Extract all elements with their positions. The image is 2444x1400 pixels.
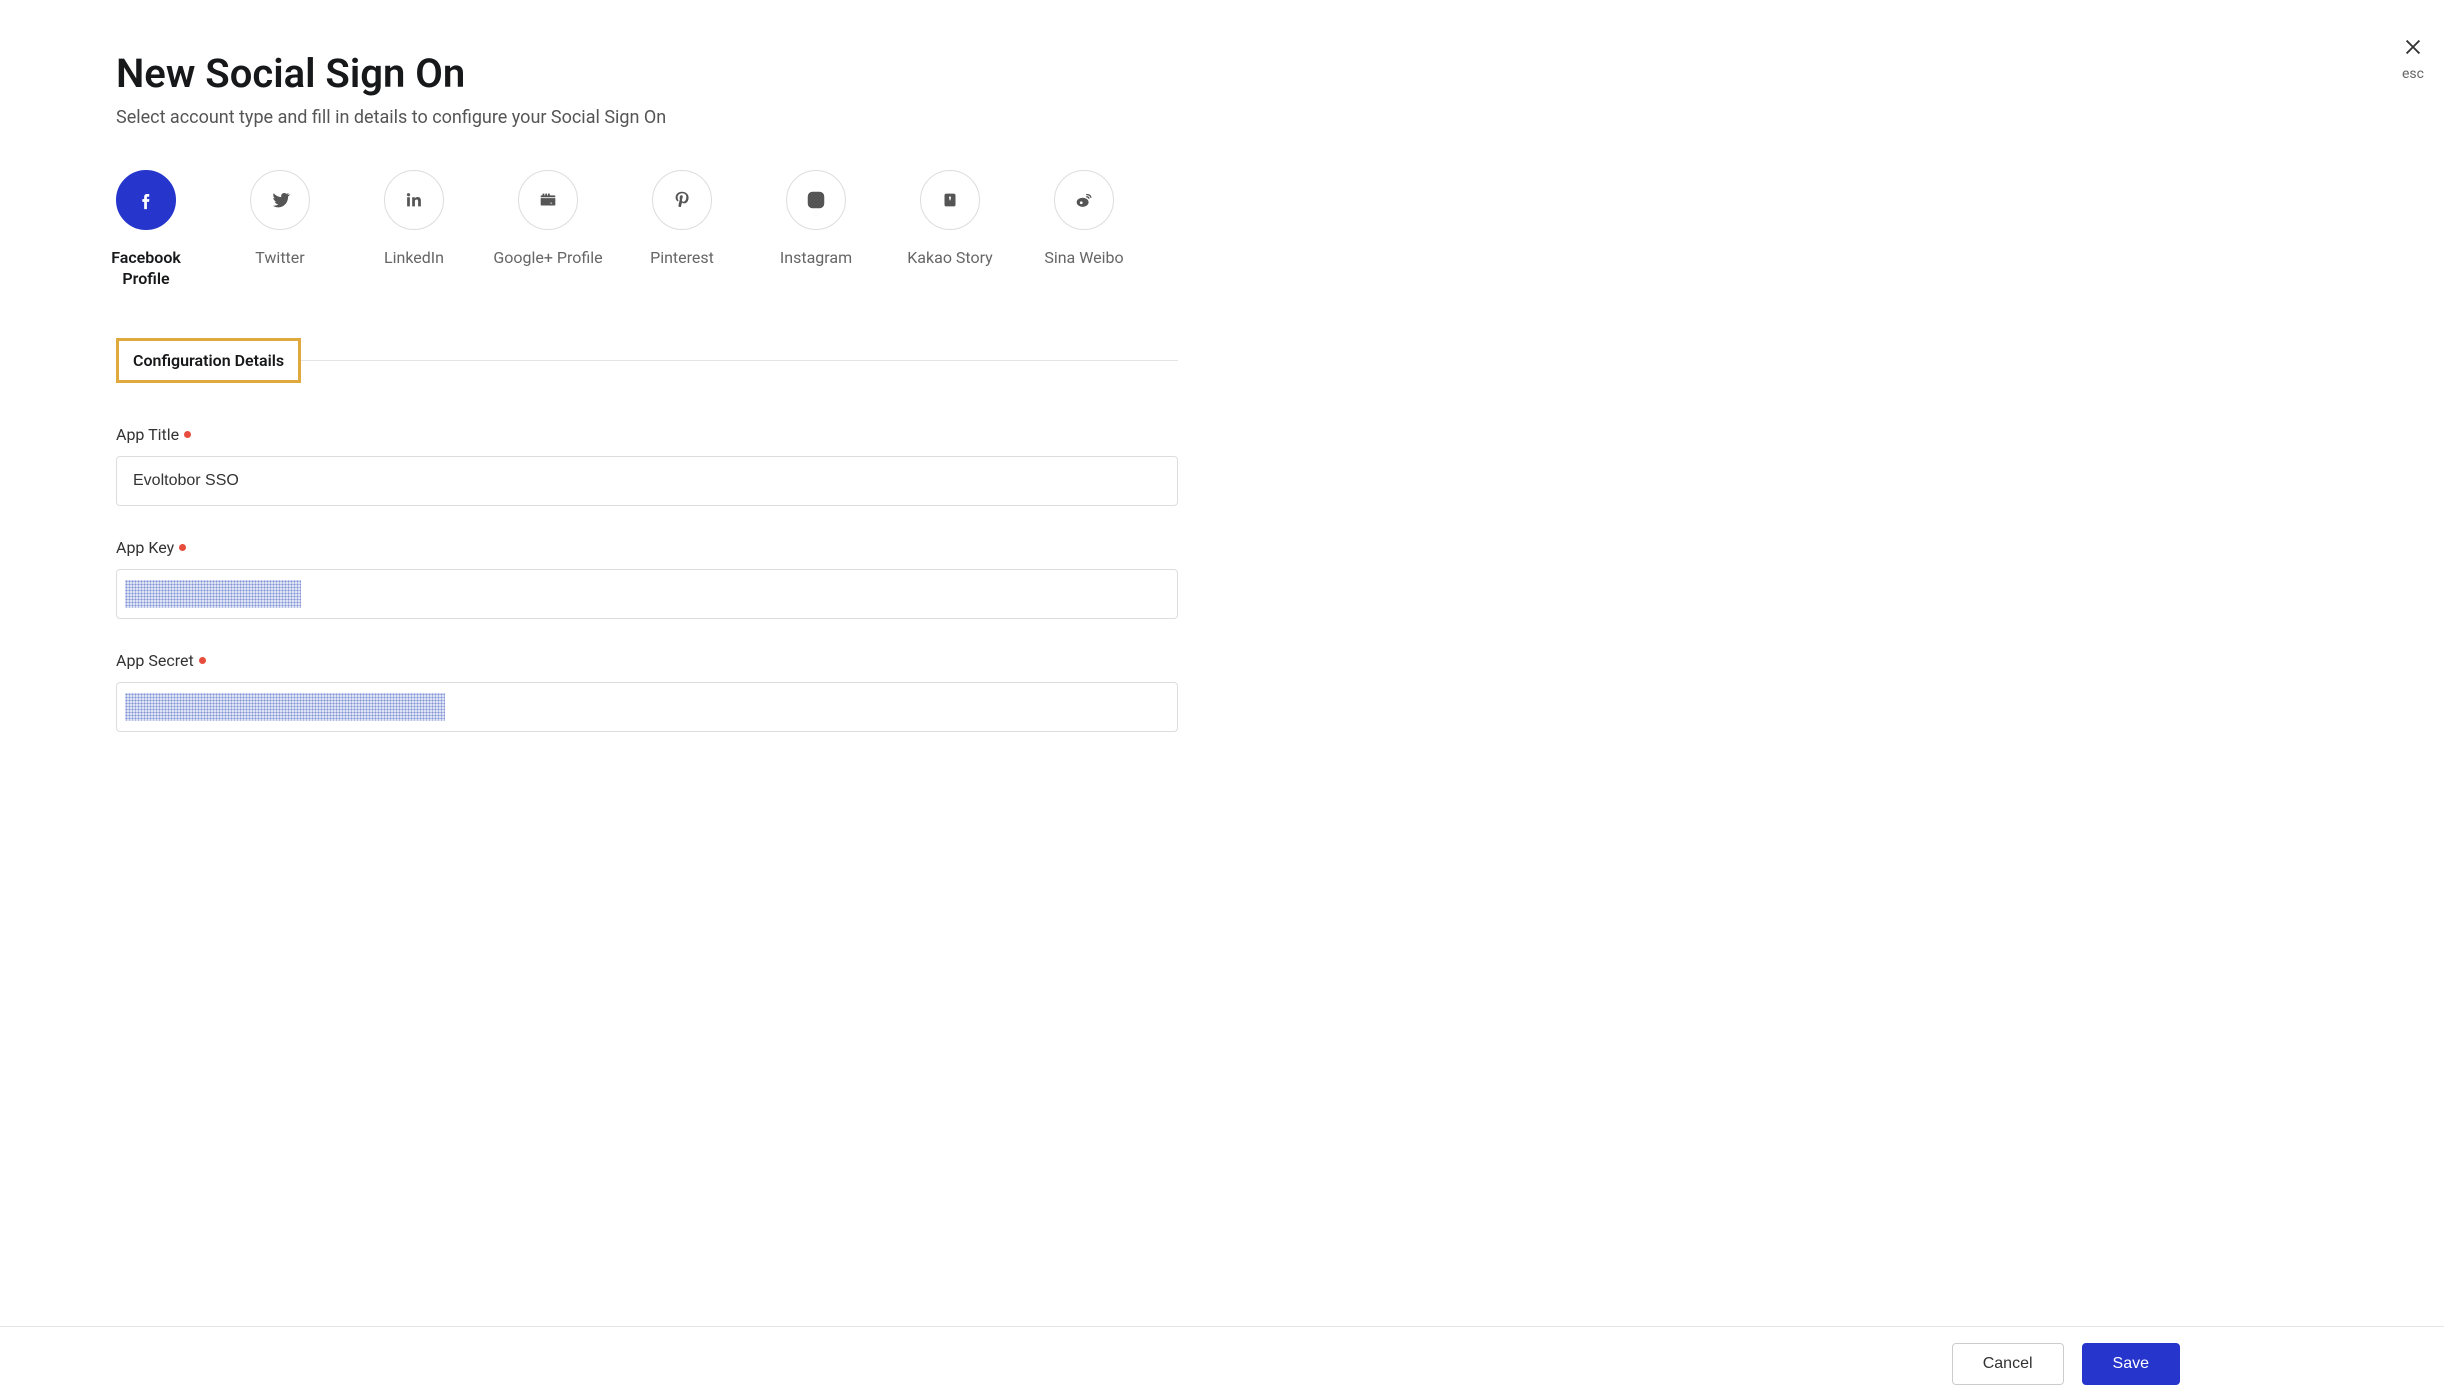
kakao-icon (920, 170, 980, 230)
provider-twitter[interactable]: Twitter (250, 170, 310, 290)
pinterest-icon (652, 170, 712, 230)
provider-label: Sina Weibo (1044, 248, 1123, 269)
provider-weibo[interactable]: Sina Weibo (1054, 170, 1114, 290)
weibo-icon (1054, 170, 1114, 230)
section-tab-config-details[interactable]: Configuration Details (116, 338, 301, 383)
section-tab-divider (301, 360, 1178, 361)
save-button[interactable]: Save (2082, 1343, 2180, 1385)
app-key-input[interactable] (116, 569, 1178, 619)
providers-row: FacebookProfile Twitter LinkedIn G Googl… (116, 170, 2328, 290)
label-text: App Secret (116, 651, 194, 670)
label-text: App Key (116, 538, 174, 557)
provider-facebook[interactable]: FacebookProfile (116, 170, 176, 290)
page-subtitle: Select account type and fill in details … (116, 107, 2328, 128)
redacted-content (125, 580, 301, 608)
field-label: App Title (116, 425, 1178, 444)
instagram-icon (786, 170, 846, 230)
required-indicator-icon (199, 657, 206, 664)
field-label: App Key (116, 538, 1178, 557)
googleplus-icon: G (518, 170, 578, 230)
close-label: esc (2402, 66, 2424, 82)
field-app-title: App Title (116, 425, 1178, 506)
provider-label: Kakao Story (907, 248, 992, 269)
close-button[interactable]: esc (2402, 36, 2424, 82)
provider-kakao[interactable]: Kakao Story (920, 170, 980, 290)
provider-label: Twitter (255, 248, 304, 269)
twitter-icon (250, 170, 310, 230)
required-indicator-icon (184, 431, 191, 438)
app-title-input[interactable] (116, 456, 1178, 506)
field-app-secret: App Secret (116, 651, 1178, 732)
page-title: New Social Sign On (116, 50, 2328, 97)
provider-label: Pinterest (650, 248, 714, 269)
cancel-button[interactable]: Cancel (1952, 1343, 2064, 1385)
label-text: App Title (116, 425, 179, 444)
field-app-key: App Key (116, 538, 1178, 619)
provider-label: LinkedIn (384, 248, 444, 269)
app-secret-input[interactable] (116, 682, 1178, 732)
provider-label: FacebookProfile (111, 248, 181, 290)
provider-linkedin[interactable]: LinkedIn (384, 170, 444, 290)
redacted-content (125, 693, 445, 721)
footer: Cancel Save (0, 1326, 2444, 1400)
provider-instagram[interactable]: Instagram (786, 170, 846, 290)
field-label: App Secret (116, 651, 1178, 670)
provider-pinterest[interactable]: Pinterest (652, 170, 712, 290)
required-indicator-icon (179, 544, 186, 551)
svg-text:G: G (550, 201, 552, 205)
section-tab-row: Configuration Details (116, 338, 1178, 383)
provider-label: Instagram (780, 248, 852, 269)
close-icon (2402, 36, 2424, 62)
provider-label: Google+ Profile (493, 248, 602, 269)
provider-googleplus[interactable]: G Google+ Profile (518, 170, 578, 290)
linkedin-icon (384, 170, 444, 230)
facebook-icon (116, 170, 176, 230)
